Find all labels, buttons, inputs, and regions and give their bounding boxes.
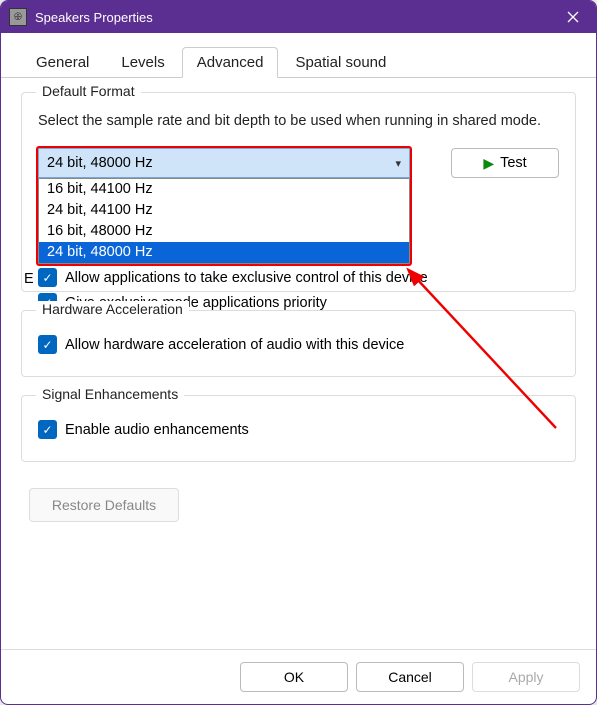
titlebar: 🕀 Speakers Properties (1, 1, 596, 33)
exclusive-group-label-fragment: E (24, 271, 34, 287)
tab-advanced[interactable]: Advanced (182, 47, 279, 78)
speaker-app-icon: 🕀 (9, 8, 27, 26)
format-select[interactable]: 24 bit, 48000 Hz ▾ (38, 148, 410, 178)
tab-levels[interactable]: Levels (106, 47, 179, 77)
ok-button[interactable]: OK (240, 662, 348, 692)
apply-button: Apply (472, 662, 580, 692)
format-dropdown: 16 bit, 44100 Hz 24 bit, 44100 Hz 16 bit… (38, 178, 410, 264)
default-format-title: Default Format (36, 83, 141, 99)
format-select-wrapper: 24 bit, 48000 Hz ▾ 16 bit, 44100 Hz 24 b… (38, 148, 441, 178)
default-format-group: Default Format Select the sample rate an… (21, 92, 576, 292)
play-icon: ▶ (483, 155, 494, 172)
speakers-properties-window: 🕀 Speakers Properties General Levels Adv… (0, 0, 597, 705)
hardware-accel-checkbox[interactable]: ✓ (38, 335, 57, 354)
hardware-accel-title: Hardware Acceleration (36, 301, 189, 317)
restore-defaults-button[interactable]: Restore Defaults (29, 488, 179, 522)
close-button[interactable] (550, 1, 596, 33)
window-title: Speakers Properties (35, 10, 550, 25)
test-button[interactable]: ▶ Test (451, 148, 559, 178)
tab-spatial-sound[interactable]: Spatial sound (280, 47, 401, 77)
cancel-button[interactable]: Cancel (356, 662, 464, 692)
tab-content: Default Format Select the sample rate an… (1, 78, 596, 649)
tab-general[interactable]: General (21, 47, 104, 77)
allow-exclusive-checkbox[interactable]: ✓ (38, 268, 57, 287)
default-format-description: Select the sample rate and bit depth to … (38, 111, 559, 132)
hardware-accel-group: Hardware Acceleration ✓ Allow hardware a… (21, 310, 576, 377)
chevron-down-icon: ▾ (395, 157, 401, 170)
audio-enhance-checkbox[interactable]: ✓ (38, 420, 57, 439)
signal-enhance-group: Signal Enhancements ✓ Enable audio enhan… (21, 395, 576, 462)
allow-exclusive-label: Allow applications to take exclusive con… (65, 270, 428, 286)
format-option-24-44100[interactable]: 24 bit, 44100 Hz (39, 200, 409, 221)
format-option-24-48000[interactable]: 24 bit, 48000 Hz (39, 242, 409, 263)
dialog-footer: OK Cancel Apply (1, 649, 596, 704)
hardware-accel-label: Allow hardware acceleration of audio wit… (65, 337, 404, 353)
format-option-16-48000[interactable]: 16 bit, 48000 Hz (39, 221, 409, 242)
close-icon (567, 11, 579, 23)
audio-enhance-label: Enable audio enhancements (65, 422, 249, 438)
format-option-16-44100[interactable]: 16 bit, 44100 Hz (39, 179, 409, 200)
signal-enhance-title: Signal Enhancements (36, 386, 184, 402)
tab-strip: General Levels Advanced Spatial sound (1, 33, 596, 78)
format-select-value: 24 bit, 48000 Hz (47, 155, 153, 171)
test-button-label: Test (500, 155, 527, 171)
